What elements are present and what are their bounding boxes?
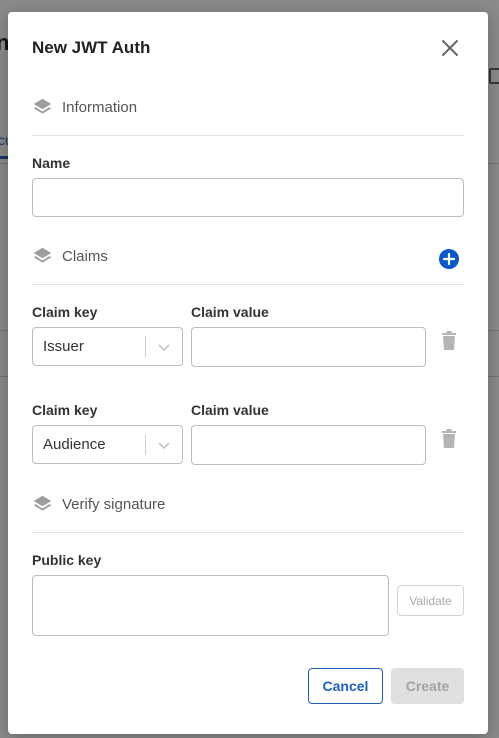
divider [32,135,464,136]
claim-value-label: Claim value [191,402,269,418]
claim-value-input[interactable] [191,425,426,465]
dropdown-toggle[interactable] [146,440,182,450]
add-claim-button[interactable] [439,249,459,269]
dialog-title: New JWT Auth [32,38,151,57]
validate-button[interactable]: Validate [397,585,464,616]
layers-icon [33,98,52,114]
information-section-header: Information [32,97,137,118]
public-key-textarea[interactable] [32,575,389,636]
section-title-verify-signature: Verify signature [62,496,166,513]
delete-claim-button[interactable] [441,331,457,351]
dropdown-toggle[interactable] [146,342,182,352]
plus-circle-icon [439,249,459,269]
create-button[interactable]: Create [391,668,464,704]
claim-key-label: Claim key [32,402,98,418]
layers-icon [33,247,52,263]
claims-section-header: Claims [32,246,108,267]
verify-signature-section-header: Verify signature [32,494,165,515]
cancel-button[interactable]: Cancel [308,668,383,704]
close-button[interactable] [440,38,460,58]
section-title-information: Information [62,99,138,116]
claim-value-input[interactable] [191,327,426,367]
claim-key-selected-value: Audience [43,436,106,453]
claim-key-label: Claim key [32,304,98,320]
claim-key-selected-value: Issuer [43,338,84,355]
layers-icon [33,495,52,511]
divider [32,284,464,285]
delete-claim-button[interactable] [441,429,457,449]
claim-key-select[interactable]: Audience [32,425,183,464]
chevron-down-icon [158,343,170,351]
section-title-claims: Claims [62,248,108,265]
new-jwt-auth-dialog: New JWT Auth Information Name Claims Cla… [8,12,488,734]
name-input[interactable] [32,178,464,217]
close-icon [442,40,458,56]
divider [32,532,464,533]
claim-key-select[interactable]: Issuer [32,327,183,366]
claim-value-label: Claim value [191,304,269,320]
public-key-label: Public key [32,552,102,568]
name-label: Name [32,155,71,171]
trash-icon [442,429,456,448]
chevron-down-icon [158,441,170,449]
trash-icon [442,331,456,350]
